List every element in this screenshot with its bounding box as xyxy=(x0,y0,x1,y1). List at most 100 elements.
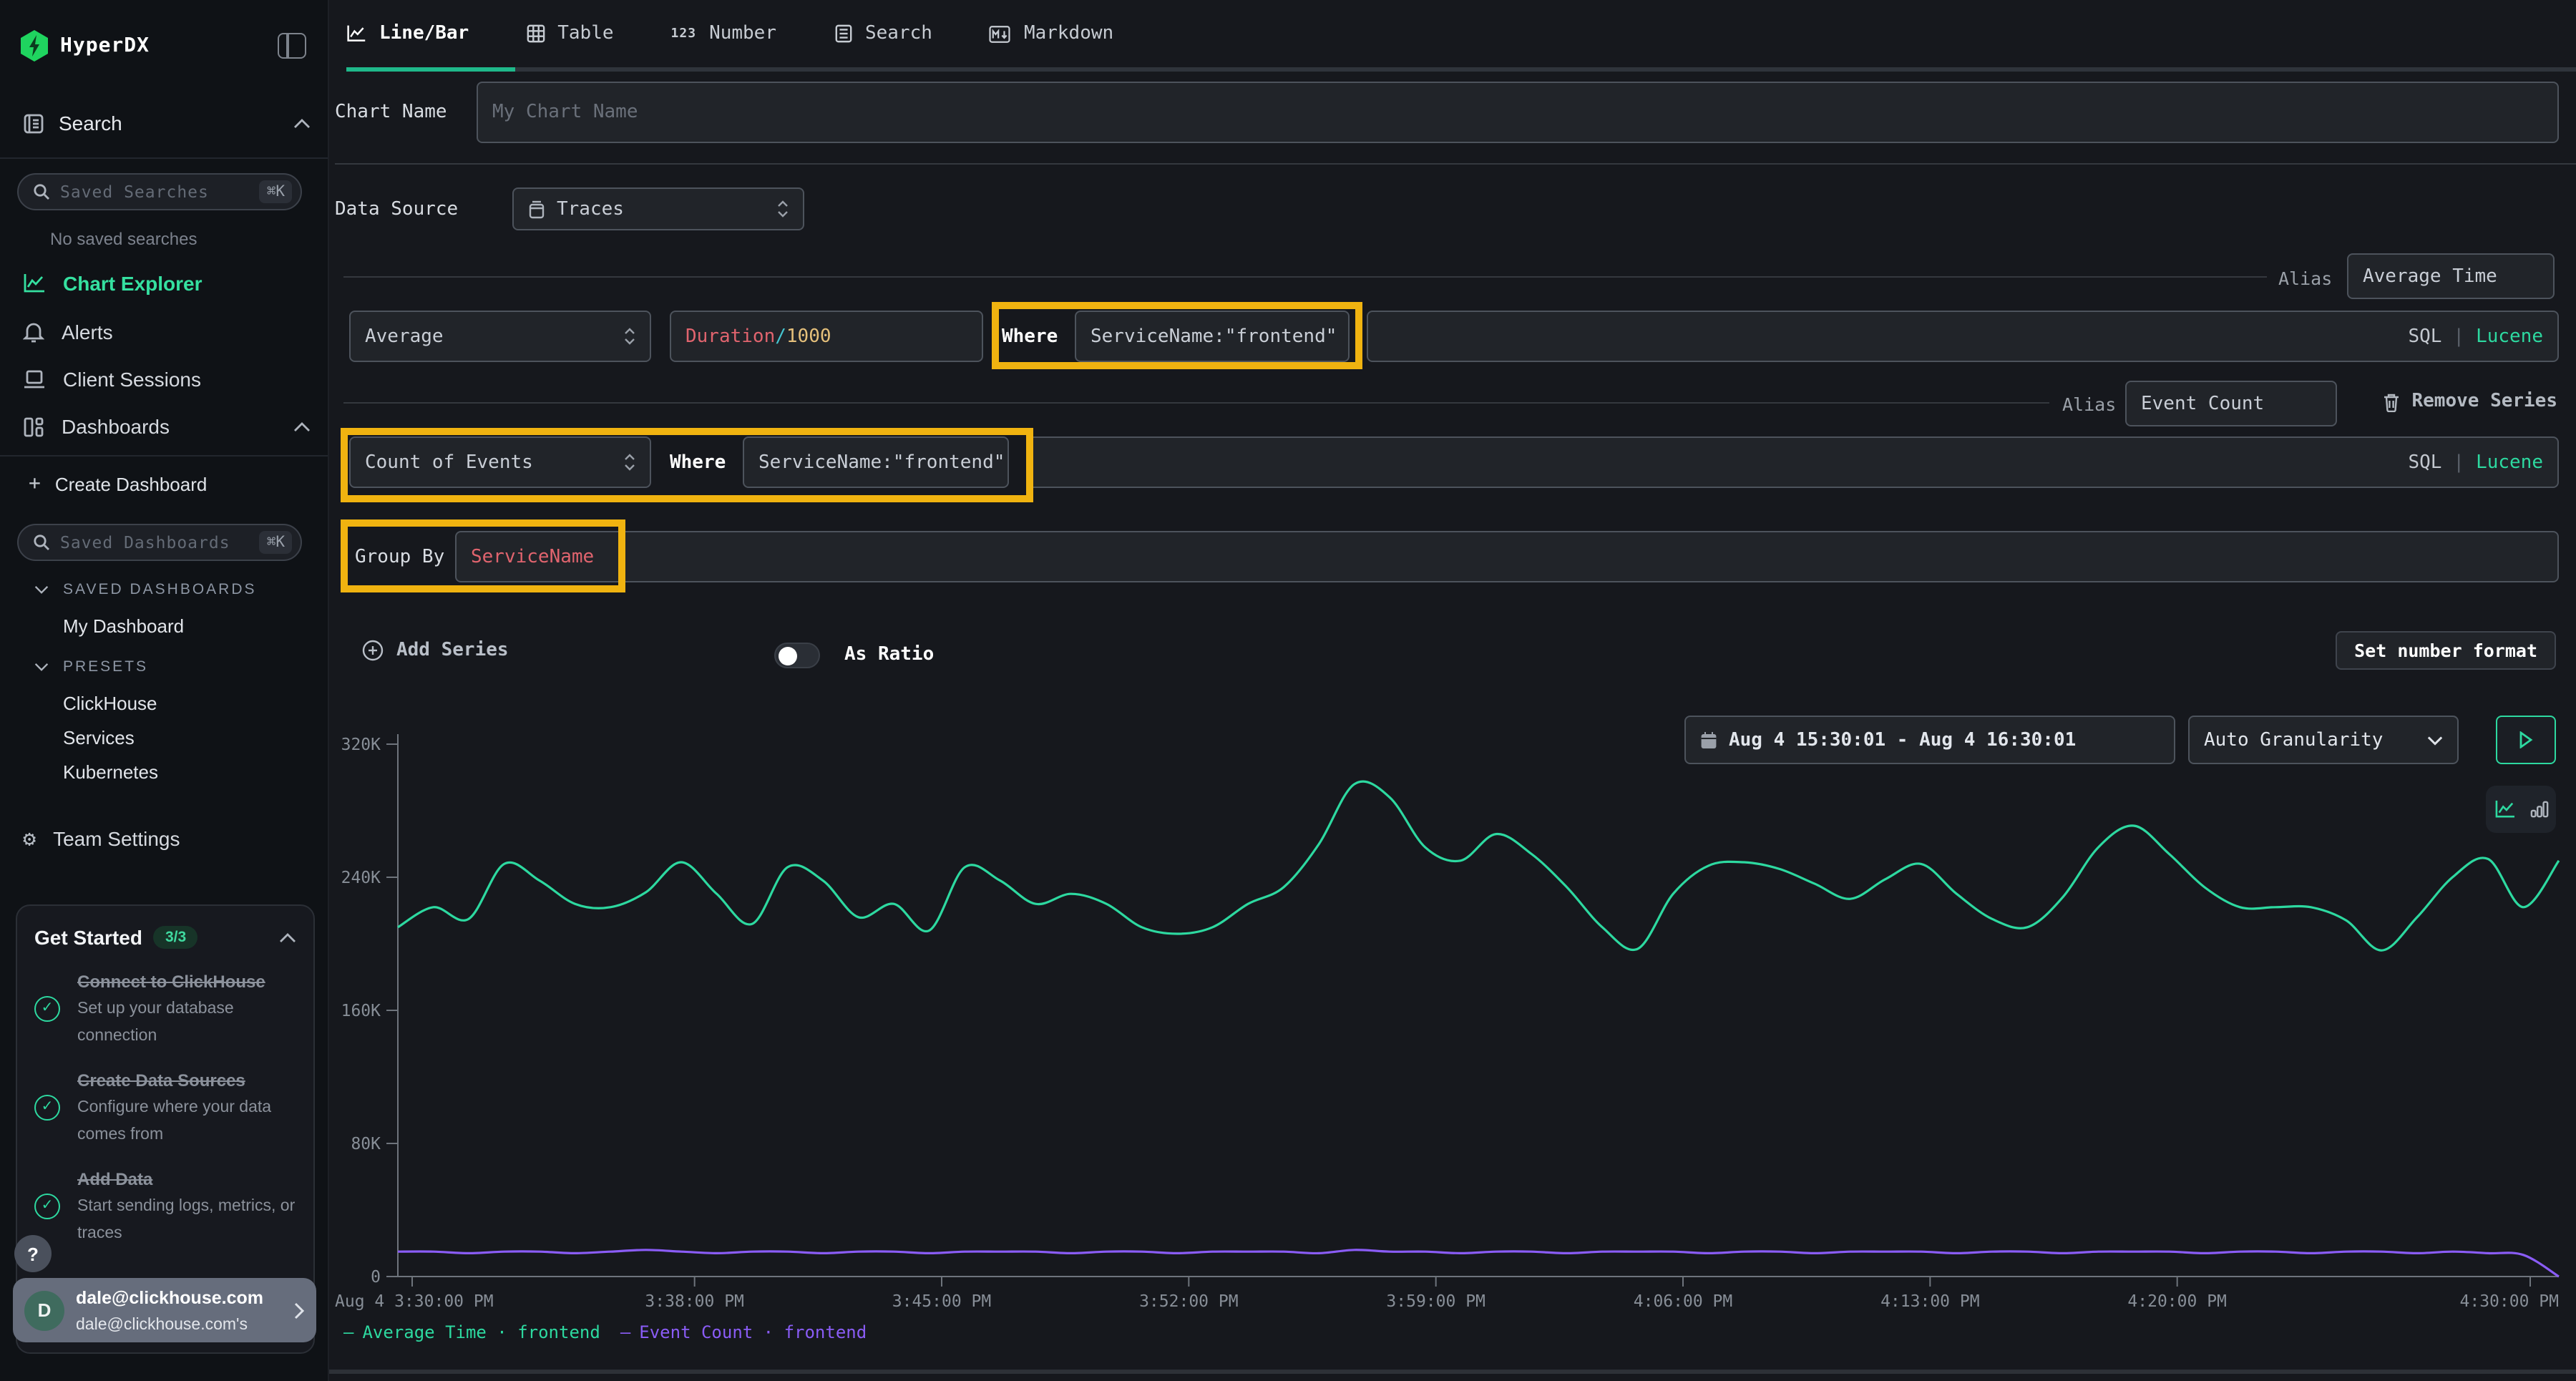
help-button[interactable]: ? xyxy=(14,1235,52,1272)
svg-text:240K: 240K xyxy=(341,869,381,887)
lucene-mode[interactable]: Lucene xyxy=(2476,452,2543,473)
sidebar-item-team-settings[interactable]: ⚙ Team Settings xyxy=(23,827,180,850)
svg-text:320K: 320K xyxy=(341,736,381,754)
tab-search[interactable]: Search xyxy=(834,23,932,44)
svg-text:80K: 80K xyxy=(351,1135,381,1153)
run-query-button[interactable] xyxy=(2496,716,2556,764)
chevron-up-icon[interactable] xyxy=(293,118,311,128)
saved-searches-input[interactable]: Saved Searches ⌘K xyxy=(17,173,302,210)
timeseries-chart: 320K240K160K80K0Aug 4 3:30:00 PM3:38:00 … xyxy=(329,723,2576,1317)
series1-alias-input[interactable]: Average Time xyxy=(2347,253,2555,299)
main-panel: Line/Bar Table 123 Number Search xyxy=(329,0,2576,1381)
saved-dashboards-input[interactable]: Saved Dashboards ⌘K xyxy=(17,524,302,561)
active-tab-underline xyxy=(346,67,515,72)
hyperdx-logo-icon xyxy=(20,30,49,62)
series2-alias-input[interactable]: Event Count xyxy=(2125,381,2337,426)
data-source-label: Data Source xyxy=(335,199,458,220)
sidebar-item-clickhouse[interactable]: ClickHouse xyxy=(63,693,157,714)
chart-display-toggle xyxy=(2486,786,2556,833)
toggle-knob xyxy=(779,646,797,665)
section-presets[interactable]: PRESETS xyxy=(34,658,148,675)
brand[interactable]: HyperDX xyxy=(20,30,150,62)
series1-aggregation-select[interactable]: Average xyxy=(349,311,651,362)
svg-text:3:38:00 PM: 3:38:00 PM xyxy=(645,1292,743,1311)
gear-icon: ⚙ xyxy=(23,828,36,849)
chevron-up-icon[interactable] xyxy=(293,421,311,431)
chevron-up-icon[interactable] xyxy=(279,932,296,942)
sidebar: HyperDX Search Saved Searches ⌘K No save… xyxy=(0,0,329,1381)
time-range-input[interactable]: Aug 4 15:30:01 - Aug 4 16:30:01 xyxy=(1684,716,2175,764)
sidebar-item-alerts[interactable]: Alerts xyxy=(23,321,311,343)
sql-mode[interactable]: SQL xyxy=(2408,452,2441,473)
tab-table[interactable]: Table xyxy=(526,23,613,44)
task-create-data-sources[interactable]: ✓ Create Data Sources Configure where yo… xyxy=(34,1068,296,1146)
check-circle-icon: ✓ xyxy=(34,995,60,1021)
tab-line-bar[interactable]: Line/Bar xyxy=(346,23,469,44)
dashboards-icon xyxy=(23,416,44,437)
play-icon xyxy=(2519,731,2533,748)
saved-dashboards-placeholder: Saved Dashboards xyxy=(60,532,250,552)
group-by-input[interactable]: ServiceName xyxy=(455,531,2559,582)
data-source-select[interactable]: Traces xyxy=(512,187,804,230)
check-circle-icon: ✓ xyxy=(34,1094,60,1120)
task-connect-clickhouse[interactable]: ✓ Connect to ClickHouse Set up your data… xyxy=(34,969,296,1048)
series2-query-language-box: SQL | Lucene xyxy=(1026,436,2559,488)
series1-expression-input[interactable]: Duration/1000 xyxy=(670,311,983,362)
select-updown-icon xyxy=(624,328,635,345)
shortcut-badge: ⌘K xyxy=(260,180,292,203)
section-saved-dashboards[interactable]: SAVED DASHBOARDS xyxy=(34,581,257,598)
get-started-badge: 3/3 xyxy=(154,926,197,949)
sidebar-item-client-sessions[interactable]: Client Sessions xyxy=(23,368,311,391)
remove-series-button[interactable]: Remove Series xyxy=(2384,391,2558,412)
lucene-mode[interactable]: Lucene xyxy=(2476,326,2543,347)
alias-label: Alias xyxy=(2278,268,2332,289)
svg-text:4:06:00 PM: 4:06:00 PM xyxy=(1634,1292,1732,1311)
granularity-select[interactable]: Auto Granularity xyxy=(2188,716,2459,764)
check-circle-icon: ✓ xyxy=(34,1193,60,1219)
series1-where-input[interactable]: ServiceName:"frontend" xyxy=(1075,311,1350,362)
chart-legend: —Average Time · frontend —Event Count · f… xyxy=(343,1322,867,1342)
bell-icon xyxy=(23,321,44,343)
chart-name-input[interactable]: My Chart Name xyxy=(477,82,2559,143)
bar-chart-icon[interactable] xyxy=(2529,800,2548,819)
circle-plus-icon xyxy=(362,640,384,661)
get-started-title: Get Started xyxy=(34,926,142,949)
svg-text:Aug 4 3:30:00 PM: Aug 4 3:30:00 PM xyxy=(335,1292,494,1311)
user-menu[interactable]: D dale@clickhouse.com dale@clickhouse.co… xyxy=(13,1278,316,1342)
sidebar-collapse-icon[interactable] xyxy=(278,33,306,59)
divider xyxy=(0,455,328,457)
sidebar-item-my-dashboard[interactable]: My Dashboard xyxy=(63,615,184,637)
series2-where-label: Where xyxy=(670,452,726,474)
chart-type-tabs: Line/Bar Table 123 Number Search xyxy=(346,0,1113,67)
as-ratio-label: As Ratio xyxy=(844,644,934,665)
brand-name: HyperDX xyxy=(60,34,150,57)
horizontal-scrollbar[interactable] xyxy=(329,1370,2576,1374)
sidebar-section-search[interactable]: Search xyxy=(23,112,311,135)
chevron-down-icon xyxy=(34,663,49,671)
as-ratio-toggle[interactable] xyxy=(774,643,820,668)
chevron-down-icon xyxy=(2427,735,2443,745)
legend-item[interactable]: —Event Count · frontend xyxy=(620,1322,867,1342)
search-icon xyxy=(33,183,50,200)
series2-aggregation-select[interactable]: Count of Events xyxy=(349,436,651,488)
sidebar-item-dashboards[interactable]: Dashboards xyxy=(23,415,311,438)
sidebar-item-services[interactable]: Services xyxy=(63,727,135,748)
add-series-button[interactable]: Add Series xyxy=(362,640,509,661)
divider xyxy=(335,163,2576,165)
sidebar-item-chart-explorer[interactable]: Chart Explorer xyxy=(23,272,311,295)
svg-text:4:30:00 PM: 4:30:00 PM xyxy=(2460,1292,2559,1311)
task-add-data[interactable]: ✓ Add Data Start sending logs, metrics, … xyxy=(34,1166,296,1245)
table-icon xyxy=(526,24,545,43)
sql-mode[interactable]: SQL xyxy=(2408,326,2441,347)
trash-icon xyxy=(2384,391,2401,411)
tab-markdown[interactable]: Markdown xyxy=(990,23,1113,44)
sidebar-item-kubernetes[interactable]: Kubernetes xyxy=(63,761,158,783)
series2-where-input[interactable]: ServiceName:"frontend" xyxy=(743,436,1009,488)
svg-text:4:13:00 PM: 4:13:00 PM xyxy=(1880,1292,1979,1311)
legend-item[interactable]: —Average Time · frontend xyxy=(343,1322,600,1342)
set-number-format-button[interactable]: Set number format xyxy=(2336,631,2556,670)
create-dashboard-button[interactable]: + Create Dashboard xyxy=(29,472,207,495)
line-chart-icon[interactable] xyxy=(2494,800,2515,819)
group-by-label: Group By xyxy=(355,547,444,568)
tab-number[interactable]: 123 Number xyxy=(671,23,776,44)
